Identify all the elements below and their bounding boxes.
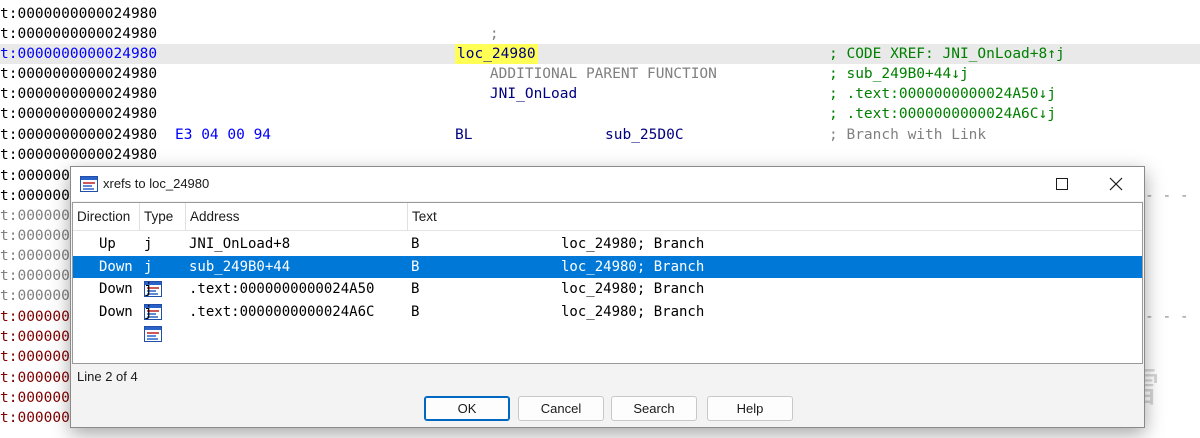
listing-line[interactable]: t:0000000000024980 [0, 145, 1200, 165]
listing-address: t:000000 [0, 208, 70, 224]
ok-button[interactable]: OK [424, 396, 510, 421]
xrefs-dialog[interactable]: xrefs to loc_24980 Direction Type Addres… [70, 166, 1145, 428]
listing-address: t:000000 [0, 349, 70, 365]
xref-operands: loc_24980; Branch [561, 258, 705, 275]
listing-address: t:000000 [0, 329, 70, 345]
code-label[interactable]: loc_24980 [455, 44, 538, 64]
listing-address: t:0000000000024980 [0, 86, 158, 102]
auto-comment: ; Branch with Link [829, 127, 987, 143]
xref-type: j [144, 236, 153, 252]
listing-address: t:0000000000024980 [0, 66, 158, 82]
dialog-title: xrefs to loc_24980 [103, 176, 210, 191]
listing-address: t:000000 [0, 248, 70, 264]
column-header-text[interactable]: Text [408, 203, 1142, 231]
xref-instruction: B [411, 236, 420, 252]
xref-comment[interactable]: ; .text:0000000000024A6C↓j [829, 104, 1056, 124]
listing-line[interactable]: t:0000000000024980 ; sub_249B0+44↓j [0, 64, 1200, 84]
xref-type: j [144, 303, 153, 320]
listing-address: t:000000 [0, 168, 70, 184]
close-button[interactable] [1093, 167, 1139, 201]
xref-operands: loc_24980; Branch [561, 236, 705, 252]
listing-line[interactable]: t:0000000000024980 ; .text:0000000000024… [0, 104, 1200, 124]
listing-line[interactable]: t:0000000000024980 E3 04 00 94 BL sub_25… [0, 125, 1200, 145]
listing-address: t:000000 [0, 410, 70, 426]
listing-address: t:0000000000024980 [0, 6, 158, 22]
listing-address: t:0000000000024980 [0, 26, 158, 42]
listing-address: t:000000 [0, 288, 70, 304]
listing-address: t:000000 [0, 228, 70, 244]
listing-line[interactable]: t:0000000000024980 ; .text:0000000000024… [0, 84, 1200, 104]
column-header-direction[interactable]: Direction [73, 203, 140, 231]
column-header-address[interactable]: Address [186, 203, 408, 231]
listing-address: t:000000 [0, 370, 70, 386]
xref-address: .text:0000000000024A6C [189, 303, 375, 320]
separator-dashes: - - - [1145, 188, 1189, 204]
listing-line[interactable]: t:0000000000024980 [0, 24, 1200, 44]
instruction-mnemonic: BL [455, 127, 473, 143]
xref-direction: Down [99, 258, 133, 275]
xref-direction: Down [99, 303, 133, 320]
dialog-titlebar[interactable]: xrefs to loc_24980 [71, 167, 1144, 201]
maximize-button[interactable] [1039, 167, 1085, 201]
listing-address: t:0000000000024980 [0, 46, 158, 62]
xref-operands: loc_24980; Branch [561, 303, 705, 320]
xref-direction: Up [99, 236, 116, 252]
listing-address: t:000000 [0, 309, 70, 325]
search-button[interactable]: Search [611, 396, 697, 421]
xref-comment[interactable]: ; CODE XREF: JNI_OnLoad+8↑j [829, 44, 1065, 64]
xref-comment[interactable]: ; sub_249B0+44↓j [829, 64, 969, 84]
xref-row[interactable]: Down j .text:0000000000024A6C B loc_2498… [73, 301, 1142, 342]
listing-address: t:0000000000024980 [0, 106, 158, 122]
xref-instruction: B [411, 258, 420, 275]
xref-operands: loc_24980; Branch [561, 281, 705, 297]
xref-direction: Down [99, 281, 133, 297]
opcode-bytes: E3 04 00 94 [175, 127, 272, 143]
instruction-operand[interactable]: sub_25D0C [605, 125, 684, 145]
xref-instruction: B [411, 303, 420, 320]
xref-row[interactable]: Down j .text:0000000000024A50 B loc_2498… [73, 278, 1142, 320]
status-line: Line 2 of 4 [77, 369, 138, 384]
list-header: Direction Type Address Text [73, 203, 1142, 231]
column-header-type[interactable]: Type [140, 203, 186, 231]
close-icon [1109, 177, 1123, 191]
listing-line-current[interactable]: t:0000000000024980 loc_24980 ; CODE XREF… [0, 44, 1200, 64]
xref-address: sub_249B0+44 [189, 258, 291, 275]
xref-instruction: B [411, 281, 420, 297]
listing-address: t:0000000000024980 [0, 147, 158, 163]
xref-type: j [144, 258, 153, 275]
xref-window-icon [80, 176, 98, 197]
help-button[interactable]: Help [707, 396, 793, 421]
xref-type: j [144, 281, 153, 297]
xref-comment[interactable]: ; .text:0000000000024A50↓j [829, 84, 1056, 104]
listing-address: t:000000 [0, 188, 70, 204]
xrefs-list[interactable]: Direction Type Address Text Up j JNI_OnL… [72, 202, 1143, 364]
separator-dashes: - - - [1145, 309, 1189, 325]
xref-address: JNI_OnLoad+8 [189, 236, 291, 252]
xref-address: .text:0000000000024A50 [189, 281, 375, 297]
maximize-icon [1056, 178, 1068, 190]
cancel-button[interactable]: Cancel [518, 396, 604, 421]
listing-address: t:000000 [0, 390, 70, 406]
xref-row[interactable]: Up j JNI_OnLoad+8 B loc_24980; Branch [73, 233, 1142, 275]
xref-row-selected[interactable]: Down j sub_249B0+44 B loc_24980; Branch [73, 255, 1142, 297]
listing-address: t:0000000000024980 [0, 127, 158, 143]
listing-address: t:000000 [0, 268, 70, 284]
